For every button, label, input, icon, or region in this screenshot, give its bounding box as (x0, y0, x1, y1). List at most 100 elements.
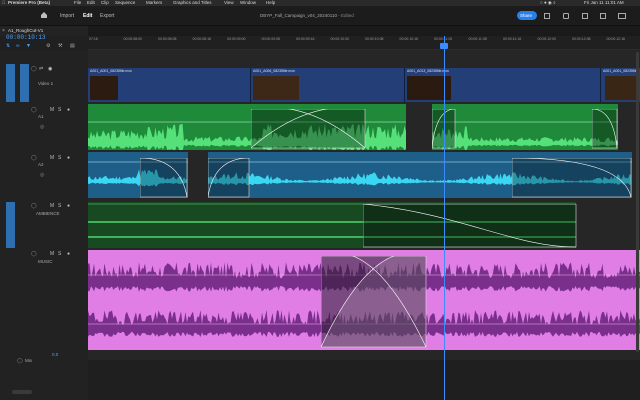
fx-icon[interactable]: ◎ (40, 124, 44, 130)
sequence-tab-label: A1_RoughCut-V1 (8, 28, 44, 33)
track-header-mix: ◯ Mix 0.0 (0, 352, 88, 366)
home-icon[interactable] (40, 11, 48, 19)
track-label-a2: A2 (38, 162, 44, 167)
track-header-music: ◯ M S ● MUSIC (0, 250, 88, 350)
mute-button[interactable]: M (50, 203, 54, 209)
tab-export[interactable]: Export (100, 13, 114, 19)
mix-value[interactable]: 0.0 (52, 352, 58, 357)
fullscreen-icon[interactable] (600, 13, 606, 19)
lock-icon[interactable]: ◯ (31, 251, 37, 257)
mute-button[interactable]: M (50, 155, 54, 161)
solo-button[interactable]: S (58, 203, 61, 209)
add-marker-icon[interactable]: ▼ (26, 43, 31, 49)
vertical-scrollbar[interactable] (636, 52, 639, 352)
timeline-empty-area (88, 360, 640, 400)
audio-clip-dialogue[interactable] (432, 104, 618, 150)
lock-icon[interactable]: ◯ (17, 358, 23, 364)
settings-icon[interactable]: ⚙ (46, 43, 50, 49)
track-label-mix: Mix (25, 358, 32, 363)
linked-selection-icon[interactable]: ∞ (16, 43, 20, 49)
fade-out-transition[interactable] (140, 158, 188, 198)
clip-thumbnail (253, 76, 299, 100)
ruler-tick-label: 00:00:08:16 (192, 37, 212, 41)
tab-edit[interactable]: Edit (83, 13, 92, 19)
snap-icon[interactable]: ⇅ (6, 43, 10, 49)
source-patch-a[interactable] (6, 202, 15, 248)
clip-label: A001_A006_08235file.mov (253, 69, 296, 73)
waveform (432, 121, 618, 150)
track-header-v1: ◯ ⇄ ◉ Video 1 (0, 64, 88, 104)
mute-button[interactable]: M (50, 107, 54, 113)
fade-out-transition[interactable] (592, 109, 618, 149)
ruler-tick-label: 07:16 (89, 37, 98, 41)
video-clip[interactable]: A001_A013_08235file.mov (404, 68, 600, 102)
track-label-v1: Video 1 (38, 81, 54, 86)
project-title: DBYP_Fall_Campaign_v04_20240110 - Edited (260, 13, 354, 18)
mute-button[interactable]: M (50, 251, 54, 257)
track-header-a2: ◯ A2 M S ● ◎ (0, 154, 88, 200)
crossfade-transition[interactable] (251, 109, 366, 149)
mic-icon[interactable]: ● (67, 203, 70, 209)
crossfade-transition[interactable] (321, 256, 427, 348)
clip-thumbnail (90, 76, 118, 100)
ruler-tick-label: 00:00:11:16 (503, 37, 522, 41)
track-header-ambience: ◯ M S ● AMBIENCE (0, 202, 88, 248)
solo-button[interactable]: S (58, 107, 61, 113)
timecode-display[interactable]: 00:00:10:13 (6, 34, 46, 41)
lock-icon[interactable]: ◯ (31, 107, 37, 113)
share-button-label: Share (520, 13, 533, 18)
clip-label: A001_A013_08235file.mov (407, 69, 450, 73)
ruler-tick-label: 00:00:09:08 (261, 37, 281, 41)
clip-label: A001_A001_08235file (603, 69, 638, 73)
ruler-tick-label: 00:00:11:08 (468, 37, 487, 41)
tab-import[interactable]: Import (60, 13, 74, 19)
workspace-icon[interactable] (582, 13, 588, 19)
fx-icon[interactable]: ◎ (40, 172, 44, 178)
lock-icon[interactable]: ◯ (31, 203, 37, 209)
ruler-tick-label: 00:00:08:00 (123, 37, 143, 41)
lock-icon[interactable]: ◯ (31, 66, 37, 72)
quick-export-icon[interactable] (544, 13, 550, 19)
ruler-tick-label: 00:00:09:00 (227, 37, 246, 41)
mic-icon[interactable]: ● (67, 251, 70, 257)
captions-icon[interactable]: ▤ (70, 43, 75, 49)
fade-out-transition[interactable] (512, 158, 632, 198)
mic-icon[interactable]: ● (67, 155, 70, 161)
notifications-icon[interactable] (563, 13, 569, 19)
app-header: Import Edit Export DBYP_Fall_Campaign_v0… (0, 6, 640, 26)
time-ruler[interactable]: 07:16 00:00:08:00 00:00:08:08 00:00:08:16 00… (88, 36, 640, 50)
solo-button[interactable]: S (58, 155, 61, 161)
timeline-tools: 00:00:10:13 ⇅ ∞ ▼ ⚙ ⚒ ▤ (0, 34, 88, 50)
track-label-music: MUSIC (38, 259, 53, 264)
ruler-tick-label: 00:00:10:00 (330, 37, 350, 41)
sync-lock-icon[interactable]: ⇄ (39, 66, 43, 72)
mic-icon[interactable]: ● (67, 107, 70, 113)
ruler-tick-label: 00:00:10:08 (365, 37, 384, 41)
timeline-panel[interactable]: A001_A001_08235file.mov A001_A006_08235f… (88, 36, 640, 400)
fade-out-transition[interactable] (363, 204, 577, 248)
track-header-a1: ◯ A1 M S ● ◎ (0, 106, 88, 152)
wrench-icon[interactable]: ⚒ (58, 43, 62, 49)
panel-icon[interactable] (618, 13, 626, 19)
playhead-extension (444, 360, 446, 400)
close-icon[interactable]: × (2, 28, 5, 34)
track-label-ambience: AMBIENCE (36, 211, 60, 216)
track-label-a1: A1 (38, 114, 44, 119)
ruler-tick-label: 00:00:10:16 (399, 37, 419, 41)
video-clip[interactable]: A001_A006_08235file.mov (250, 68, 404, 102)
ruler-tick-label: 00:00:12:16 (606, 37, 626, 41)
ruler-tick-label: 00:00:09:16 (296, 37, 315, 41)
solo-button[interactable]: S (58, 251, 61, 257)
clip-thumbnail (605, 76, 639, 100)
fade-in-transition[interactable] (208, 158, 250, 198)
video-clip[interactable]: A001_A001_08235file.mov (88, 68, 250, 102)
track-target-v1[interactable] (20, 64, 29, 102)
playhead[interactable] (444, 36, 446, 400)
share-button[interactable]: Share (517, 11, 537, 20)
lock-icon[interactable]: ◯ (31, 155, 37, 161)
video-clip[interactable]: A001_A001_08235file (600, 68, 640, 102)
track-headers: ◯ ⇄ ◉ Video 1 ◯ A1 M S ● ◎ ◯ A2 M S ● ◎ … (0, 50, 88, 400)
eye-icon[interactable]: ◉ (48, 66, 52, 72)
zoom-scrollbar[interactable] (12, 390, 32, 394)
source-patch-v1[interactable] (6, 64, 15, 102)
